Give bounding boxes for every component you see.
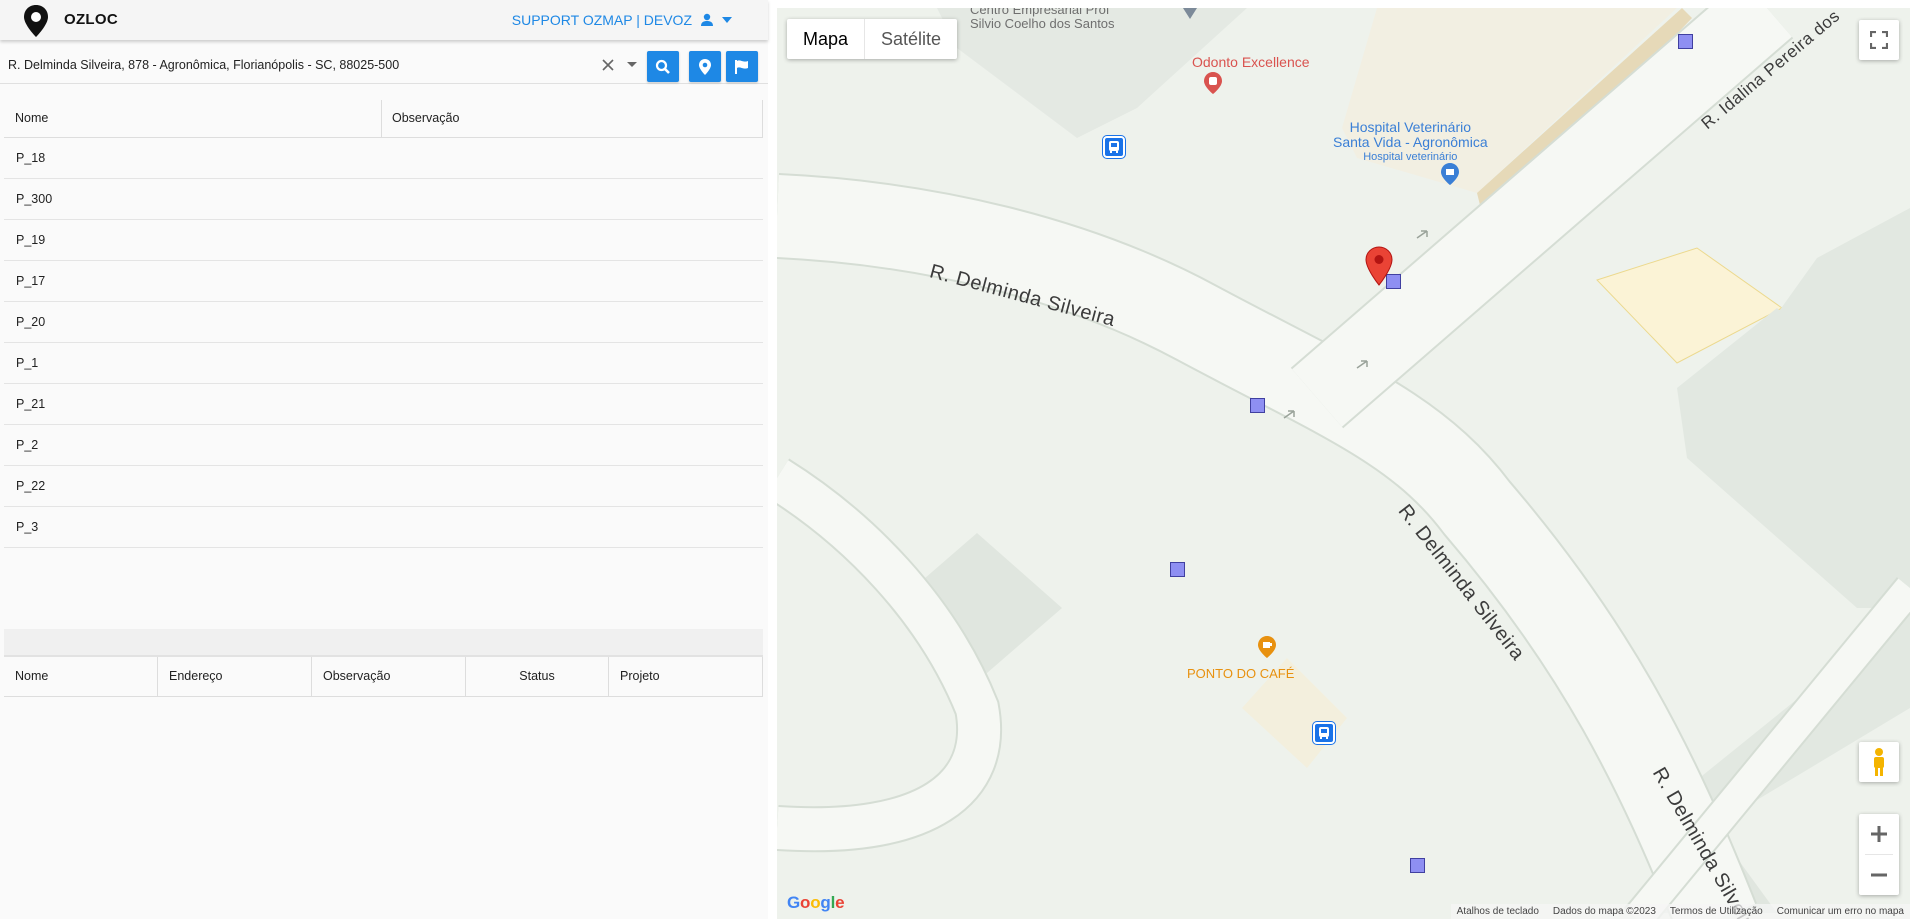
app-title: OZLOC (64, 11, 118, 28)
place-label-odonto[interactable]: Odonto Excellence (1192, 54, 1310, 70)
bus-icon (1109, 141, 1119, 153)
points-table-header: Nome Observação (4, 100, 763, 138)
map-type-satelite-button[interactable]: Satélite (864, 19, 957, 59)
table-row[interactable]: P_19 (4, 220, 763, 261)
bus-stop-icon[interactable] (1313, 722, 1335, 744)
dropdown-caret-icon[interactable] (627, 62, 637, 67)
zoom-out-button[interactable] (1859, 855, 1899, 895)
plus-icon (1871, 826, 1887, 842)
map-attribution: Atalhos de teclado Dados do mapa ©2023 T… (1450, 904, 1910, 919)
flag-button[interactable] (726, 51, 758, 82)
table-row[interactable]: P_18 (4, 138, 763, 179)
map-data-text: Dados do mapa ©2023 (1552, 906, 1656, 917)
report-error-link[interactable]: Comunicar um erro no mapa (1777, 906, 1904, 917)
street-view-pegman-button[interactable] (1859, 742, 1899, 782)
left-panel: OZLOC SUPPORT OZMAP | DEVOZ R. Delminda … (0, 0, 768, 919)
flag-icon (735, 59, 748, 74)
fullscreen-icon (1870, 31, 1888, 49)
fullscreen-button[interactable] (1859, 20, 1899, 60)
terms-link[interactable]: Termos de Utilização (1670, 906, 1763, 917)
map-marker-icon (699, 58, 711, 75)
zoom-in-button[interactable] (1859, 814, 1899, 854)
dentist-icon[interactable] (1203, 71, 1223, 95)
table-row[interactable]: P_17 (4, 261, 763, 302)
user-icon (701, 13, 713, 26)
map-type-mapa-button[interactable]: Mapa (787, 19, 864, 59)
selected-location-pin-icon[interactable] (1365, 246, 1393, 286)
top-bar: OZLOC SUPPORT OZMAP | DEVOZ (0, 0, 768, 40)
column-header-observacao[interactable]: Observação (312, 657, 466, 696)
user-menu-label: SUPPORT OZMAP | DEVOZ (511, 12, 692, 28)
panel-divider[interactable] (4, 629, 763, 657)
location-pin-logo-icon (24, 5, 48, 37)
table-row[interactable]: P_20 (4, 302, 763, 343)
address-search-input[interactable] (8, 54, 593, 76)
clear-icon[interactable] (601, 58, 615, 72)
column-header-nome[interactable]: Nome (4, 657, 158, 696)
point-marker[interactable] (1678, 34, 1693, 49)
app-root: OZLOC SUPPORT OZMAP | DEVOZ R. Delminda … (0, 0, 1918, 919)
table-row[interactable]: P_300 (4, 179, 763, 220)
table-row[interactable]: P_22 (4, 466, 763, 507)
locate-button[interactable] (689, 51, 721, 82)
column-header-observacao[interactable]: Observação (382, 100, 763, 137)
google-logo[interactable]: Google (787, 893, 845, 913)
place-label-cafe[interactable]: PONTO DO CAFÉ (1187, 666, 1294, 681)
column-header-endereco[interactable]: Endereço (158, 657, 312, 696)
results-table-header: Nome Endereço Observação Status Projeto (4, 657, 763, 697)
search-icon (655, 59, 670, 74)
cafe-icon[interactable] (1257, 635, 1277, 659)
place-label-hospital[interactable]: Hospital Veterinário Santa Vida - Agronô… (1333, 120, 1488, 165)
table-row[interactable]: P_2 (4, 425, 763, 466)
search-bar (0, 46, 768, 84)
table-row[interactable]: P_21 (4, 384, 763, 425)
point-marker[interactable] (1410, 858, 1425, 873)
column-header-projeto[interactable]: Projeto (609, 657, 763, 696)
point-marker[interactable] (1170, 562, 1185, 577)
place-label-centro[interactable]: Centro Empresarial Prof Silvio Coelho do… (970, 8, 1115, 31)
point-marker[interactable] (1250, 398, 1265, 413)
column-header-status[interactable]: Status (466, 657, 609, 696)
map-view[interactable]: Centro Empresarial Prof Silvio Coelho do… (777, 8, 1910, 919)
building-marker-icon[interactable] (1183, 8, 1197, 20)
bus-icon (1319, 727, 1329, 739)
user-menu[interactable]: SUPPORT OZMAP | DEVOZ (512, 12, 732, 28)
keyboard-shortcuts-link[interactable]: Atalhos de teclado (1457, 906, 1539, 917)
map-type-control: Mapa Satélite (787, 19, 958, 59)
veterinary-icon[interactable] (1440, 162, 1460, 186)
bus-stop-icon[interactable] (1103, 136, 1125, 158)
road-local (777, 460, 1001, 851)
pegman-icon (1874, 748, 1884, 776)
search-button[interactable] (647, 51, 679, 82)
one-way-arrow-icon (1416, 230, 1428, 239)
caret-down-icon (722, 17, 732, 23)
minus-icon (1871, 873, 1887, 877)
table-row[interactable]: P_1 (4, 343, 763, 384)
zoom-control (1859, 814, 1899, 895)
column-header-nome[interactable]: Nome (4, 100, 382, 137)
points-table: Nome Observação P_18 P_300 P_19 P_17 P_2… (4, 100, 763, 548)
table-row[interactable]: P_3 (4, 507, 763, 548)
